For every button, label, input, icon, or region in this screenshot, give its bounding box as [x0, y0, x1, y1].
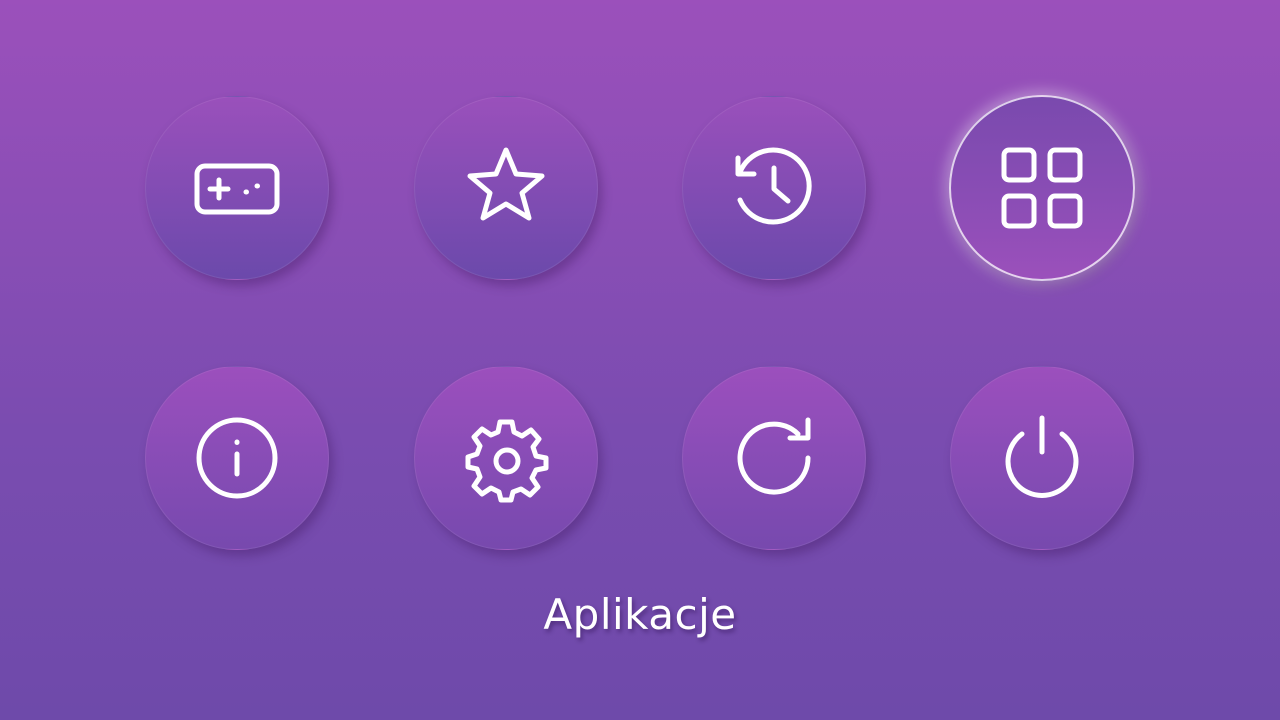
- restart-button[interactable]: [682, 366, 866, 550]
- history-button[interactable]: [682, 96, 866, 280]
- gear-icon: [465, 419, 549, 503]
- selected-item-label: Aplikacje: [543, 590, 737, 639]
- info-button[interactable]: [145, 366, 329, 550]
- info-icon: [196, 417, 278, 499]
- star-icon: [467, 147, 545, 221]
- gamepad-icon: [194, 163, 280, 215]
- apps-grid-icon: [1001, 147, 1083, 229]
- power-icon: [1005, 415, 1079, 498]
- refresh-icon: [737, 417, 811, 495]
- favorites-button[interactable]: [414, 96, 598, 280]
- games-button[interactable]: [145, 96, 329, 280]
- apps-button[interactable]: [949, 95, 1135, 281]
- settings-button[interactable]: [414, 366, 598, 550]
- power-button[interactable]: [950, 366, 1134, 550]
- history-icon: [735, 147, 812, 225]
